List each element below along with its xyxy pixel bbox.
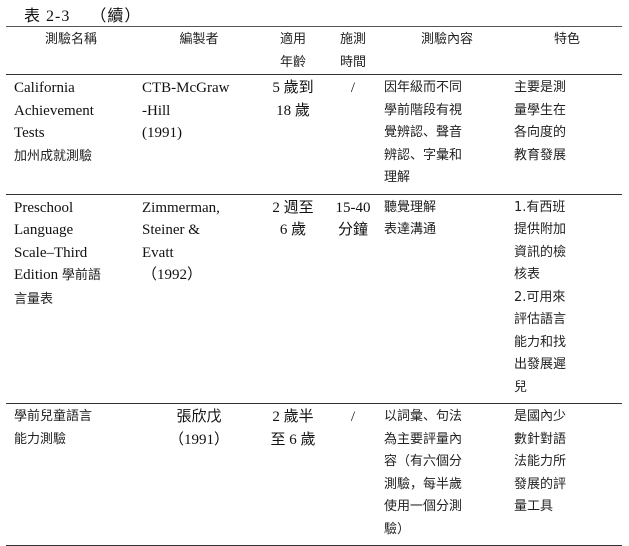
test-name-en: California Achievement Tests xyxy=(14,80,94,141)
cell-age: 5 歲到 18 歲 xyxy=(272,80,314,119)
header-test-name: 測驗名稱 xyxy=(44,32,97,47)
cell-author: Zimmerman, Steiner & Evatt （1992） xyxy=(142,199,220,284)
table-row: California Achievement Tests 加州成就測驗 CTB-… xyxy=(6,75,622,195)
cell-test-name: California Achievement Tests 加州成就測驗 xyxy=(6,75,136,195)
test-name-zh: 加州成就測驗 xyxy=(14,148,93,164)
table-row: 學前兒童語言 能力測驗 張欣戊 （1991） 2 歲半 至 6 歲 / 以詞彙、… xyxy=(6,404,622,546)
header-content: 測驗內容 xyxy=(420,32,473,47)
cell-content: 因年級而不同 學前階段有視 覺辨認、聲音 辨認、字彙和 理解 xyxy=(384,80,463,185)
table-caption: 表 2-3 （續） xyxy=(24,2,141,26)
continued-label: （續） xyxy=(90,8,142,25)
cell-age: 2 歲半 至 6 歲 xyxy=(270,409,316,448)
table-header-row: 測驗名稱 編製者 適用 年齡 施測 時間 測驗內容 特色 xyxy=(6,26,622,75)
cell-author: 張欣戊 （1991） xyxy=(168,409,229,448)
cell-test-name: 學前兒童語言 能力測驗 xyxy=(6,404,136,546)
cell-time: / xyxy=(350,409,356,425)
cell-features: 1.有西班 提供附加 資訊的檢 核表 2.可用來 評估語言 能力和找 出發展遲 … xyxy=(514,199,567,395)
table-row: Preschool Language Scale–Third Edition 學… xyxy=(6,194,622,404)
cell-test-name: Preschool Language Scale–Third Edition 學… xyxy=(6,194,136,404)
test-table: 測驗名稱 編製者 適用 年齡 施測 時間 測驗內容 特色 California … xyxy=(6,26,622,546)
cell-age: 2 週至 6 歲 xyxy=(272,199,314,239)
cell-content: 以詞彙、句法 為主要評量內 容（有六個分 測驗，每半歲 使用一個分測 驗） xyxy=(384,409,463,537)
cell-author: CTB-McGraw -Hill (1991) xyxy=(142,80,230,141)
cell-content: 聽覺理解 表達溝通 xyxy=(384,199,437,238)
cell-features: 是國內少 數針對語 法能力所 發展的評 量工具 xyxy=(514,409,567,514)
cell-time: / xyxy=(350,80,356,96)
header-time: 施測 時間 xyxy=(339,32,366,70)
header-author: 編製者 xyxy=(179,32,219,47)
table-number: 表 2-3 xyxy=(24,8,71,25)
cell-time: 15-40 分鐘 xyxy=(335,199,371,239)
cell-features: 主要是測 量學生在 各向度的 教育發展 xyxy=(514,80,567,163)
header-age: 適用 年齡 xyxy=(279,32,306,70)
header-features: 特色 xyxy=(553,32,580,47)
test-name-zh: 學前兒童語言 能力測驗 xyxy=(14,409,93,447)
